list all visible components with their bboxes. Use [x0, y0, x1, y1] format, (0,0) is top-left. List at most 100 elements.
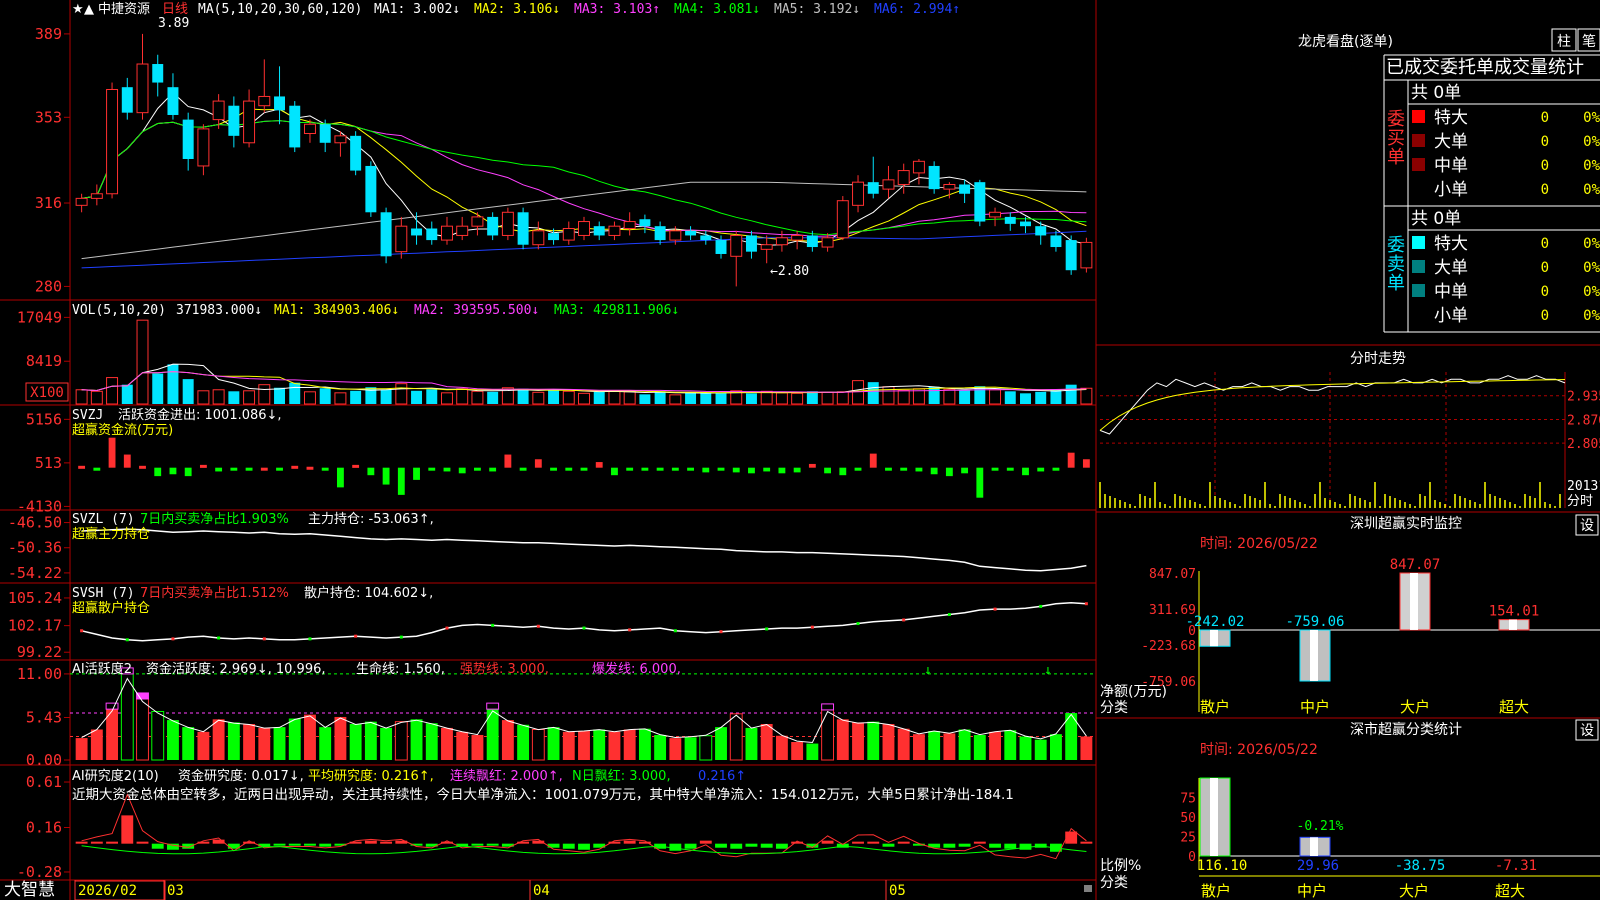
- flow-bar: [245, 467, 253, 471]
- flow-bar: [565, 467, 573, 471]
- research-bar: [730, 843, 743, 849]
- svzl-subtitle: 超赢主力持仓: [72, 526, 150, 542]
- research-bar: [684, 843, 697, 849]
- volume-bar: [639, 394, 651, 404]
- candle-body: [593, 226, 605, 236]
- flow-bar: [458, 467, 466, 474]
- research-bar: [882, 843, 895, 847]
- retail-dot: [1039, 604, 1043, 608]
- tab-pen-label[interactable]: 笔: [1582, 34, 1596, 50]
- candle-body: [1035, 226, 1047, 236]
- retail-dot: [902, 618, 906, 622]
- retail-dot: [262, 637, 266, 641]
- stats-tick: 0: [1188, 850, 1196, 865]
- volume-bar: [1004, 391, 1016, 404]
- logo-text: 大智慧: [4, 880, 55, 900]
- research-bar: [471, 843, 484, 846]
- candle-body: [303, 123, 316, 135]
- volume-bar: [75, 389, 88, 405]
- yj-readout-4: 0.216↑: [698, 769, 746, 784]
- fs-vol-label: 20131: [1567, 479, 1600, 494]
- flow-bar: [626, 467, 634, 471]
- header-5: MA1: 3.002↓: [374, 2, 460, 17]
- activity-bar: [151, 710, 165, 761]
- svsh-title: SVSH (7): [72, 586, 135, 601]
- volume-bar: [867, 382, 879, 404]
- svzl-readout: 主力持仓: -53.063↑,: [308, 512, 434, 527]
- activity-bar: [197, 731, 210, 760]
- signal-arrow: ↓: [1044, 663, 1052, 678]
- candle-body: [745, 235, 757, 252]
- activity-bar: [836, 719, 849, 760]
- buy-label-char: 买: [1387, 128, 1405, 149]
- activity-bar: [304, 714, 316, 760]
- flow-bar: [748, 467, 755, 474]
- activity-bar: [897, 728, 910, 760]
- candle-body: [426, 228, 438, 241]
- activity-bar: [410, 719, 423, 760]
- research-bar: [182, 843, 195, 849]
- monitor-value: 154.01: [1489, 604, 1540, 620]
- activity-bar: [1019, 736, 1032, 760]
- research-bar: [958, 843, 971, 847]
- volume-bar: [1020, 393, 1031, 404]
- volume-bar: [821, 391, 834, 405]
- volume-bar: [1035, 391, 1047, 404]
- sell-label-char: 单: [1387, 273, 1405, 294]
- activity-bar: [212, 719, 225, 760]
- flow-bar: [215, 467, 223, 472]
- candle-body: [197, 128, 210, 167]
- volume-bar: [928, 386, 940, 404]
- activity-bar: [821, 709, 835, 761]
- research-bar: [90, 841, 103, 844]
- y-tick-label: 316: [35, 194, 62, 212]
- flow-bar: [413, 467, 420, 480]
- monitor-tick: 847.07: [1149, 567, 1196, 582]
- burst-marker: [486, 702, 500, 710]
- sell-label-char: 委: [1387, 235, 1405, 256]
- flow-bar: [474, 467, 481, 471]
- candle-body: [1020, 221, 1031, 227]
- candle-body: [75, 197, 88, 206]
- activity-bar: [760, 724, 773, 760]
- flow-bar: [900, 467, 908, 471]
- activity-bar: [745, 727, 758, 760]
- flow-bar: [78, 465, 86, 469]
- ai-title: AI活跃度2: [72, 661, 132, 677]
- research-bar: [562, 843, 575, 849]
- flow-bar: [1082, 459, 1090, 468]
- research-bar: [760, 843, 773, 848]
- settings-label[interactable]: 设: [1580, 518, 1594, 534]
- flow-bar: [611, 467, 618, 476]
- flow-bar: [839, 467, 847, 476]
- volume-bar: [1065, 384, 1077, 404]
- candle-body: [182, 119, 194, 159]
- flow-bar: [260, 467, 268, 471]
- activity-bar: [1050, 734, 1062, 760]
- stats-tick: 50: [1180, 811, 1196, 826]
- monitor-category: 大户: [1400, 698, 1430, 716]
- settings-label-2[interactable]: 设: [1580, 723, 1594, 739]
- candle-body: [562, 228, 575, 241]
- tab-pillar-label[interactable]: 柱: [1557, 34, 1571, 50]
- volume-bar: [243, 390, 256, 405]
- row-pct: 0%: [1583, 134, 1600, 150]
- candle-body: [852, 181, 865, 206]
- candle-body: [669, 230, 682, 241]
- month-label: 04: [533, 883, 550, 899]
- volume-bar: [562, 390, 575, 405]
- retail-dot: [171, 637, 175, 641]
- activity-bar: [623, 729, 636, 760]
- row-name: 大单: [1434, 132, 1468, 152]
- row-name: 中单: [1434, 282, 1468, 302]
- activity-bar: [90, 729, 103, 760]
- stats-bar-shine: [1210, 778, 1218, 856]
- candle-body: [578, 221, 590, 236]
- candle-body: [989, 211, 1002, 218]
- flow-bar: [154, 467, 162, 477]
- research-bar: [852, 841, 864, 844]
- volume-bar: [578, 392, 590, 405]
- stats-top-label: -0.21%: [1297, 819, 1344, 834]
- ai-readout-2: 强势线: 3.000,: [460, 661, 549, 677]
- row-name: 中单: [1434, 156, 1468, 176]
